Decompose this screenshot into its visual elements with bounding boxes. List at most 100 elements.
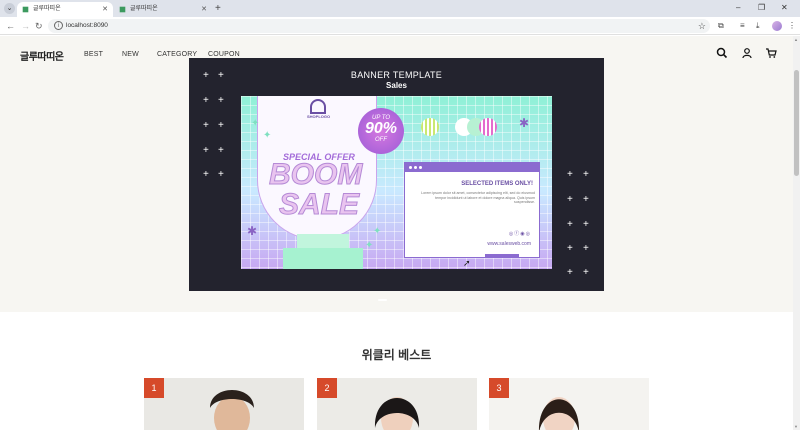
tab-close-icon[interactable]: ✕ bbox=[201, 2, 207, 17]
site-info-icon[interactable]: i bbox=[54, 21, 63, 30]
tab-inactive[interactable]: 글루따띠온 ✕ bbox=[114, 2, 212, 17]
more-menu-icon[interactable]: ⋮ bbox=[788, 20, 796, 32]
plus-decoration: + bbox=[218, 145, 224, 156]
reload-icon[interactable]: ↻ bbox=[35, 20, 43, 32]
window-dot bbox=[409, 166, 412, 169]
palm-tree-icon: ✱ bbox=[519, 116, 530, 130]
sparkle-icon: ✦ bbox=[365, 240, 374, 251]
shop-logo-text: SHOPLOGO bbox=[307, 114, 331, 119]
url-text[interactable]: localhost:8090 bbox=[66, 19, 108, 33]
weekly-best-section: 위클리 베스트 1 2 3 bbox=[0, 312, 793, 430]
site-logo[interactable]: 글루따띠온 bbox=[20, 48, 64, 63]
plus-decoration: + bbox=[567, 219, 573, 230]
banner-pagination[interactable] bbox=[378, 299, 387, 301]
product-photo[interactable] bbox=[489, 378, 649, 430]
window-heading: SELECTED ITEMS ONLY! bbox=[461, 181, 533, 187]
plus-decoration: + bbox=[583, 169, 589, 180]
window-body-text: Lorem ipsum dolor sit amet, consectetur … bbox=[421, 191, 535, 205]
cart-icon[interactable] bbox=[765, 47, 777, 59]
product-photo[interactable] bbox=[317, 378, 477, 430]
search-icon[interactable] bbox=[716, 47, 728, 59]
pedestal-base bbox=[283, 248, 363, 269]
nav-new[interactable]: NEW bbox=[122, 51, 139, 58]
banner-title: BANNER TEMPLATE bbox=[350, 70, 443, 80]
window-scrollbar bbox=[485, 254, 519, 258]
plus-decoration: + bbox=[203, 145, 209, 156]
social-icons: ◎ⓕ◉◎ bbox=[508, 231, 531, 237]
forward-icon[interactable]: → bbox=[21, 20, 30, 32]
plus-decoration: + bbox=[218, 120, 224, 131]
sale-artwork: SHOPLOGO SPECIAL OFFER BOOM SALE ✱ ✱ ✦ ✦… bbox=[241, 96, 552, 269]
new-tab-button[interactable]: + bbox=[215, 2, 221, 15]
scroll-down-icon[interactable]: ▼ bbox=[794, 424, 798, 429]
window-title-bar bbox=[405, 163, 539, 172]
pedestal-top bbox=[297, 234, 349, 248]
extensions-icon[interactable]: ⧉ bbox=[718, 20, 724, 32]
plus-decoration: + bbox=[567, 267, 573, 278]
nav-coupon[interactable]: COUPON bbox=[208, 51, 240, 58]
weekly-best-heading: 위클리 베스트 bbox=[361, 348, 432, 362]
badge-value: 90% bbox=[364, 120, 398, 137]
restore-button[interactable]: ❐ bbox=[758, 2, 765, 14]
close-window-button[interactable]: ✕ bbox=[781, 2, 788, 14]
sale-text: SALE bbox=[278, 188, 360, 221]
product-card[interactable]: 1 bbox=[144, 378, 304, 430]
tab-close-icon[interactable]: ✕ bbox=[102, 2, 108, 17]
tab-title: 글루따띠온 bbox=[130, 6, 158, 12]
discount-badge: UP TO 90% OFF bbox=[358, 108, 404, 154]
plus-decoration: + bbox=[218, 169, 224, 180]
window-dot bbox=[414, 166, 417, 169]
bookmark-star-icon[interactable]: ☆ bbox=[698, 19, 706, 33]
pink-striped-circle bbox=[479, 118, 497, 136]
boom-text: BOOM bbox=[268, 158, 363, 191]
product-photo[interactable] bbox=[144, 378, 304, 430]
back-icon[interactable]: ← bbox=[6, 20, 15, 32]
striped-circle bbox=[421, 118, 439, 136]
page-scrollbar[interactable]: ▲ ▼ bbox=[793, 36, 800, 430]
product-card[interactable]: 3 bbox=[489, 378, 649, 430]
plus-decoration: + bbox=[218, 70, 224, 81]
rank-badge: 3 bbox=[489, 378, 509, 398]
favicon-icon bbox=[22, 6, 29, 13]
plus-decoration: + bbox=[567, 243, 573, 254]
mouse-cursor-icon: ➚ bbox=[463, 258, 471, 268]
plus-decoration: + bbox=[583, 267, 589, 278]
profile-avatar[interactable] bbox=[772, 21, 782, 31]
sparkle-icon: ✦ bbox=[263, 130, 272, 141]
address-bar: ← → ↻ i localhost:8090 ☆ ⧉ ≡ ⤓ ⋮ bbox=[0, 17, 800, 35]
scroll-up-icon[interactable]: ▲ bbox=[794, 37, 798, 42]
banner[interactable]: BANNER TEMPLATE Sales + + + + + + + + + … bbox=[189, 58, 604, 291]
tab-search-button[interactable]: ⌄ bbox=[4, 3, 15, 14]
tab-title: 글루따띠온 bbox=[33, 6, 61, 12]
plus-decoration: + bbox=[203, 120, 209, 131]
browser-window-graphic: SELECTED ITEMS ONLY! Lorem ipsum dolor s… bbox=[404, 162, 540, 258]
badge-off: OFF bbox=[375, 137, 387, 143]
sparkle-icon: ✦ bbox=[251, 118, 260, 129]
favicon-icon bbox=[119, 6, 126, 13]
plus-decoration: + bbox=[203, 70, 209, 81]
user-icon[interactable] bbox=[741, 47, 753, 59]
plus-decoration: + bbox=[583, 243, 589, 254]
window-dot bbox=[419, 166, 422, 169]
scrollbar-thumb[interactable] bbox=[794, 70, 799, 176]
nav-category[interactable]: CATEGORY bbox=[157, 51, 197, 58]
plus-decoration: + bbox=[567, 194, 573, 205]
media-icon[interactable]: ≡ bbox=[740, 20, 745, 32]
page-content: 글루따띠온 BEST NEW CATEGORY COUPON BANNER TE… bbox=[0, 36, 793, 430]
minimize-button[interactable]: – bbox=[736, 2, 740, 14]
banner-subtitle: Sales bbox=[386, 81, 407, 90]
plus-decoration: + bbox=[218, 95, 224, 106]
rank-badge: 1 bbox=[144, 378, 164, 398]
shop-logo-icon bbox=[310, 99, 326, 114]
browser-tab-bar: ⌄ 글루따띠온 ✕ 글루따띠온 ✕ + – ❐ ✕ bbox=[0, 0, 800, 17]
plus-decoration: + bbox=[583, 194, 589, 205]
plus-decoration: + bbox=[203, 95, 209, 106]
palm-tree-icon: ✱ bbox=[247, 224, 258, 238]
nav-best[interactable]: BEST bbox=[84, 51, 103, 58]
download-icon[interactable]: ⤓ bbox=[756, 20, 760, 32]
sparkle-icon: ✦ bbox=[373, 226, 382, 237]
omnibox[interactable]: i localhost:8090 ☆ bbox=[48, 19, 710, 33]
tab-active[interactable]: 글루따띠온 ✕ bbox=[17, 2, 113, 17]
product-card[interactable]: 2 bbox=[317, 378, 477, 430]
plus-decoration: + bbox=[203, 169, 209, 180]
